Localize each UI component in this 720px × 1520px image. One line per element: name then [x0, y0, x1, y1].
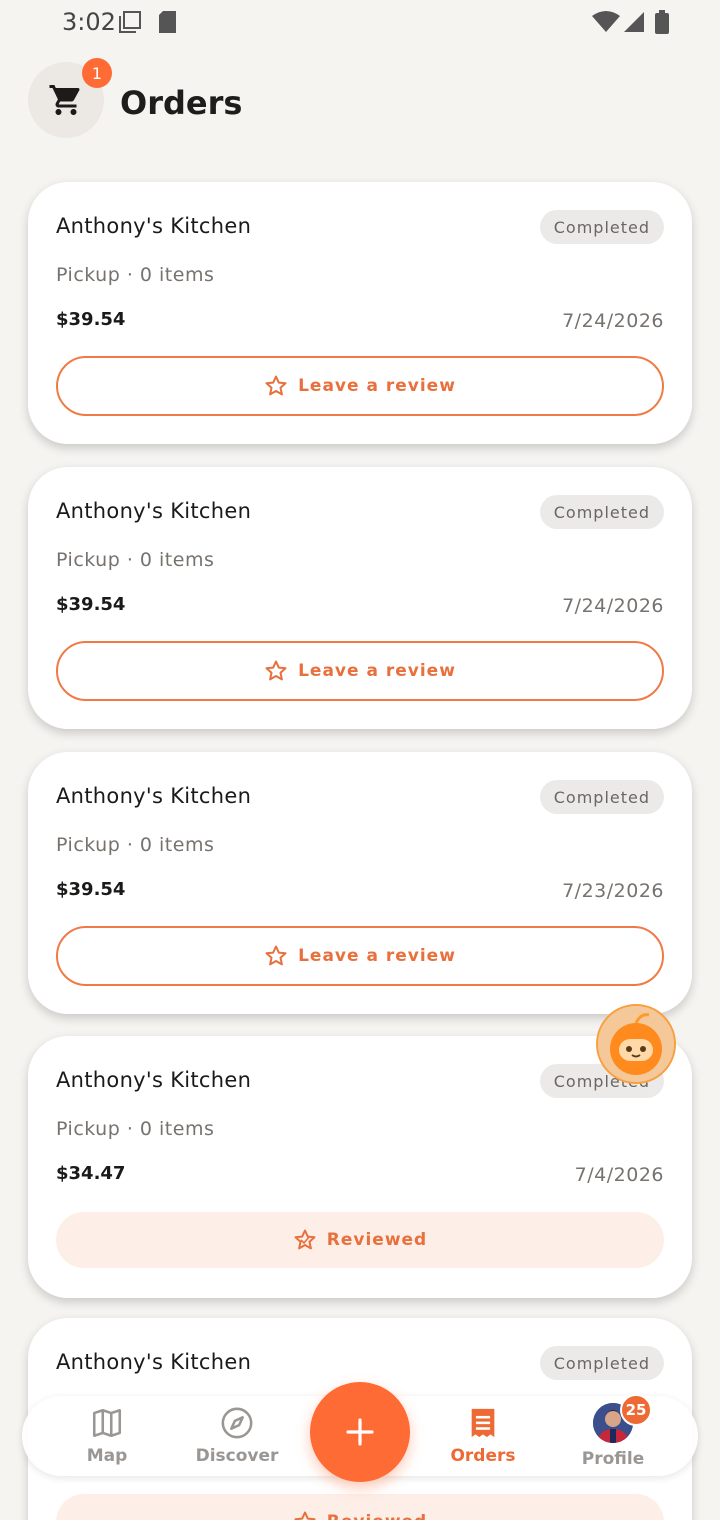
cart-count-badge: 1: [82, 58, 112, 88]
status-badge: Completed: [539, 495, 664, 529]
profile-notification-badge: 25: [620, 1394, 652, 1426]
restaurant-name: Anthony's Kitchen: [56, 1350, 252, 1374]
star-check-icon: [294, 1229, 316, 1250]
restaurant-name: Anthony's Kitchen: [56, 1068, 252, 1092]
nav-label-profile: Profile: [581, 1449, 645, 1469]
nav-item-orders[interactable]: Orders: [423, 1396, 543, 1476]
nav-item-discover[interactable]: Discover: [177, 1396, 297, 1476]
status-badge: Completed: [539, 1346, 664, 1380]
order-meta: Pickup · 0 items: [56, 549, 215, 571]
leave-review-label: Leave a review: [298, 661, 456, 681]
order-card[interactable]: Anthony's Kitchen Completed Pickup · 0 i…: [28, 467, 692, 729]
order-card[interactable]: Anthony's Kitchen Completed Pickup · 0 i…: [28, 1036, 692, 1298]
order-card[interactable]: Anthony's Kitchen Completed Pickup · 0 i…: [28, 182, 692, 444]
receipt-icon: [471, 1408, 495, 1438]
order-meta: Pickup · 0 items: [56, 1118, 215, 1140]
nav-item-map[interactable]: Map: [47, 1396, 167, 1476]
map-icon: [92, 1408, 122, 1438]
status-badge: Completed: [539, 210, 664, 244]
order-price: $34.47: [56, 1163, 126, 1184]
restaurant-name: Anthony's Kitchen: [56, 784, 252, 808]
order-date: 7/4/2026: [574, 1164, 664, 1186]
order-date: 7/24/2026: [562, 595, 664, 617]
star-icon: [265, 660, 287, 681]
order-price: $39.54: [56, 309, 126, 330]
reviewed-label: Reviewed: [327, 1512, 427, 1520]
add-button[interactable]: [310, 1382, 410, 1482]
status-bar: 3:02: [0, 0, 720, 44]
order-date: 7/23/2026: [562, 880, 664, 902]
restaurant-name: Anthony's Kitchen: [56, 214, 252, 238]
reviewed-label: Reviewed: [326, 1230, 428, 1250]
plus-icon: [346, 1418, 374, 1446]
leave-review-button[interactable]: Leave a review: [56, 926, 664, 986]
wifi-icon: [592, 11, 620, 32]
restaurant-name: Anthony's Kitchen: [56, 499, 252, 523]
nav-label-discover: Discover: [195, 1446, 279, 1466]
cart-icon: [49, 85, 80, 115]
reviewed-button[interactable]: Reviewed: [56, 1494, 664, 1520]
nav-label-map: Map: [86, 1446, 128, 1466]
compass-icon: [221, 1407, 253, 1439]
battery-icon: [655, 10, 669, 34]
status-badge: Completed: [539, 780, 664, 814]
sd-card-icon: [159, 11, 176, 33]
star-check-icon: [294, 1511, 316, 1520]
leave-review-label: Leave a review: [298, 376, 456, 396]
signal-icon: [624, 12, 644, 32]
star-icon: [265, 375, 287, 396]
order-meta: Pickup · 0 items: [56, 264, 215, 286]
order-price: $39.54: [56, 879, 126, 900]
screen-icon: [119, 11, 141, 33]
leave-review-button[interactable]: Leave a review: [56, 641, 664, 701]
order-meta: Pickup · 0 items: [56, 834, 215, 856]
order-card[interactable]: Anthony's Kitchen Completed Pickup · 0 i…: [28, 752, 692, 1014]
reviewed-button[interactable]: Reviewed: [56, 1212, 664, 1268]
nav-label-orders: Orders: [450, 1446, 516, 1466]
leave-review-button[interactable]: Leave a review: [56, 356, 664, 416]
nav-item-profile[interactable]: Profile: [553, 1396, 673, 1476]
mascot-icon: [610, 1013, 662, 1075]
assistant-mascot-button[interactable]: [596, 1004, 676, 1084]
page-title: Orders: [120, 84, 243, 122]
status-time: 3:02: [62, 8, 116, 36]
star-icon: [265, 945, 287, 966]
order-date: 7/24/2026: [562, 310, 664, 332]
order-price: $39.54: [56, 594, 126, 615]
leave-review-label: Leave a review: [298, 946, 456, 966]
